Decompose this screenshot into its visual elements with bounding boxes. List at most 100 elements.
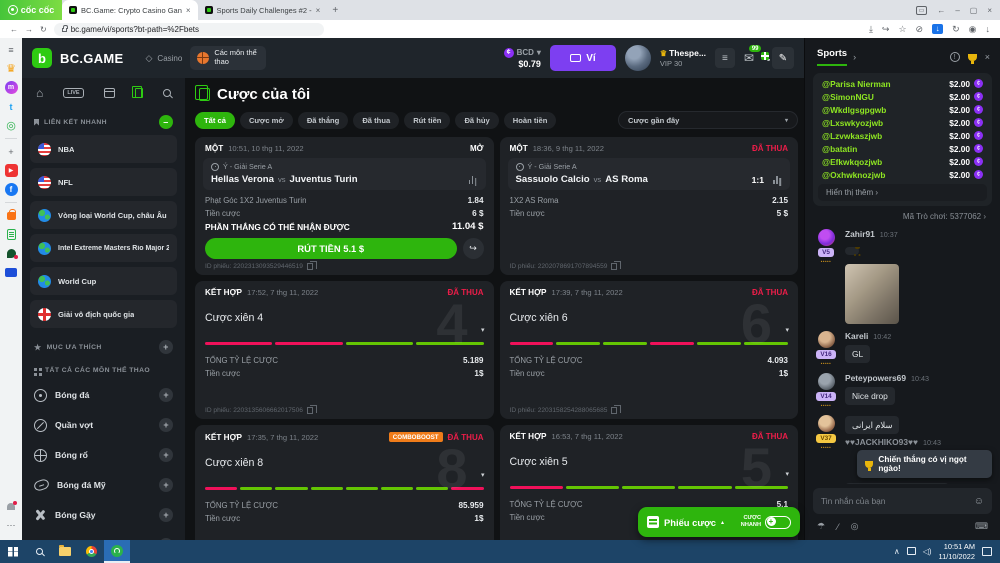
winner-row[interactable]: @Efkwkqozjwb$2.00¢: [813, 155, 992, 168]
copy-icon[interactable]: [611, 407, 617, 414]
bet-card-combo-4[interactable]: KẾT HỢP 17:52, 7 thg 11, 2022 ĐÃ THUA Cư…: [195, 281, 494, 419]
sidebar-item-iem-rio[interactable]: Intel Extreme Masters Rio Major 2022: [30, 234, 177, 262]
winner-row[interactable]: @SimonNGU$2.00¢: [813, 90, 992, 103]
sort-dropdown[interactable]: Cược gần đây ▾: [618, 111, 798, 129]
new-tab-button[interactable]: +: [327, 0, 343, 20]
expand-icon[interactable]: +: [159, 388, 173, 402]
share-icon[interactable]: ↪: [882, 24, 890, 35]
match-box[interactable]: Ý - Giải Serie A Sassuolo Calcio vs AS R…: [508, 158, 791, 190]
inbox-button[interactable]: ✉ 99: [744, 51, 754, 65]
action-center-icon[interactable]: [982, 547, 992, 556]
sidebar-item-nba[interactable]: NBA: [30, 135, 177, 163]
quick-bet-toggle[interactable]: +: [765, 516, 791, 529]
chat-username[interactable]: Peteypowers69: [845, 373, 906, 383]
avatar[interactable]: [818, 415, 835, 432]
home-icon[interactable]: ⌂: [36, 86, 43, 100]
sidebar-sport-american-football[interactable]: Bóng đá Mỹ +: [30, 470, 177, 500]
taskbar-search-button[interactable]: [26, 540, 52, 563]
stats-icon[interactable]: [469, 176, 478, 184]
sidebar-sport-basketball[interactable]: Bóng rổ +: [30, 440, 177, 470]
copy-icon[interactable]: [307, 407, 313, 414]
chrome-button[interactable]: [78, 540, 104, 563]
share-bet-button[interactable]: ↪: [463, 238, 484, 259]
avatar[interactable]: [818, 229, 835, 246]
forward-icon[interactable]: →: [25, 25, 33, 34]
game-code-link[interactable]: Mã Trò chơi: 5377062 ›: [805, 206, 1000, 225]
chat-message-input[interactable]: [821, 496, 968, 506]
collapse-quick-links-button[interactable]: –: [159, 115, 173, 129]
profile-icon[interactable]: ◉: [969, 24, 977, 35]
trophy-icon[interactable]: [968, 54, 977, 61]
bet-card-combo-8[interactable]: KẾT HỢP 17:35, 7 thg 11, 2022 COMBOBOOST…: [195, 425, 494, 540]
sidebar-sport-tennis[interactable]: Quần vợt +: [30, 410, 177, 440]
reading-list-icon[interactable]: ≡: [5, 43, 18, 56]
downloads-icon[interactable]: ↓: [986, 24, 991, 34]
tray-expand-icon[interactable]: ∧: [894, 547, 900, 556]
expand-combo-icon[interactable]: ▾: [481, 326, 485, 334]
copy-icon[interactable]: [307, 263, 313, 270]
nav-casino[interactable]: ◇ Casino: [146, 53, 183, 64]
huy-badge-icon[interactable]: [5, 266, 18, 279]
expand-combo-icon[interactable]: ▾: [785, 326, 789, 334]
nav-sports-active[interactable]: Các môn thể thao: [190, 46, 266, 69]
sidebar-sport-cricket[interactable]: Bóng Gậy +: [30, 500, 177, 530]
filter-open[interactable]: Cược mở: [240, 112, 293, 129]
chat-username[interactable]: ♥♥JACKHIKO93♥♥: [845, 437, 918, 447]
bet-card-lost[interactable]: MỘT 18:36, 9 thg 11, 2022 ĐÃ THUA Ý - Gi…: [500, 137, 799, 275]
sidebar-item-world-cup[interactable]: World Cup: [30, 267, 177, 295]
sidebar-item-national-league[interactable]: Giải vô địch quốc gia: [30, 300, 177, 328]
tab-close-icon[interactable]: ×: [186, 6, 191, 15]
filter-all[interactable]: Tất cả: [195, 112, 235, 129]
user-info[interactable]: ♛ Thespe... VIP 30: [660, 48, 706, 68]
save-page-icon[interactable]: ⤓: [869, 24, 873, 35]
winner-row[interactable]: @batatin$2.00¢: [813, 142, 992, 155]
copy-icon[interactable]: [611, 263, 617, 270]
coccoc-button[interactable]: [104, 540, 130, 563]
bcgame-logo-icon[interactable]: b: [32, 48, 52, 68]
winner-row[interactable]: @Lzvwkaszjwb$2.00¢: [813, 129, 992, 142]
facebook-icon[interactable]: f: [5, 183, 18, 196]
avatar[interactable]: [818, 373, 835, 390]
bet-list-icon[interactable]: ≡: [715, 48, 735, 68]
game-center-icon[interactable]: ◎: [5, 119, 18, 132]
expand-icon[interactable]: +: [159, 478, 173, 492]
avatar[interactable]: [818, 331, 835, 348]
tab-close-icon[interactable]: ×: [316, 6, 321, 15]
stats-icon[interactable]: [773, 176, 782, 184]
back-icon[interactable]: ←: [10, 25, 18, 34]
filter-cancelled[interactable]: Đã hủy: [455, 112, 498, 129]
add-shortcut-icon[interactable]: +: [5, 145, 18, 158]
keyboard-icon[interactable]: ⌨: [975, 521, 988, 532]
expand-combo-icon[interactable]: ▾: [481, 471, 485, 479]
volume-icon[interactable]: ◁): [923, 547, 932, 556]
filter-lost[interactable]: Đã thua: [353, 112, 399, 129]
show-more-link[interactable]: Hiển thị thêm ›: [818, 184, 987, 201]
filter-won[interactable]: Đã thắng: [298, 112, 349, 129]
winner-row[interactable]: @Lxswkyozjwb$2.00¢: [813, 116, 992, 129]
chevron-right-icon[interactable]: ›: [853, 52, 856, 62]
window-minimize-button[interactable]: –: [955, 6, 959, 15]
chat-image-gif[interactable]: [845, 264, 899, 324]
clock[interactable]: 10:51 AM 11/10/2022: [939, 542, 975, 561]
url-input[interactable]: bc.game/vi/sports?bt-path=%2Fbets: [54, 23, 324, 36]
browser-tab-sports-daily[interactable]: Sports Daily Challenges #2 - ×: [198, 0, 328, 20]
bet-card-open[interactable]: MỘT 10:51, 10 thg 11, 2022 MỞ Ý - Giải S…: [195, 137, 494, 275]
coin-rain-icon[interactable]: ☂: [817, 521, 825, 532]
match-box[interactable]: Ý - Giải Serie A Hellas Verona vs Juvent…: [203, 158, 486, 190]
schedule-icon[interactable]: [104, 86, 115, 100]
window-close-button[interactable]: ×: [987, 6, 992, 15]
sidebar-sport-esports[interactable]: Esports +: [30, 530, 177, 540]
window-maximize-button[interactable]: ▢: [970, 6, 978, 15]
badminton-icon[interactable]: [5, 247, 18, 260]
shopping-icon[interactable]: [5, 209, 18, 222]
expand-icon[interactable]: +: [159, 508, 173, 522]
wallet-button[interactable]: Ví: [550, 45, 616, 71]
tab-search-icon[interactable]: ▭: [916, 6, 928, 15]
expand-combo-icon[interactable]: ▾: [785, 470, 789, 478]
filter-cashout[interactable]: Rút tiền: [404, 112, 450, 129]
youtube-icon[interactable]: ▶: [5, 164, 18, 177]
tip-coin-icon[interactable]: ◎: [851, 521, 859, 532]
expand-icon[interactable]: +: [159, 418, 173, 432]
file-explorer-button[interactable]: [52, 540, 78, 563]
chat-username[interactable]: Zahir91: [845, 229, 875, 239]
